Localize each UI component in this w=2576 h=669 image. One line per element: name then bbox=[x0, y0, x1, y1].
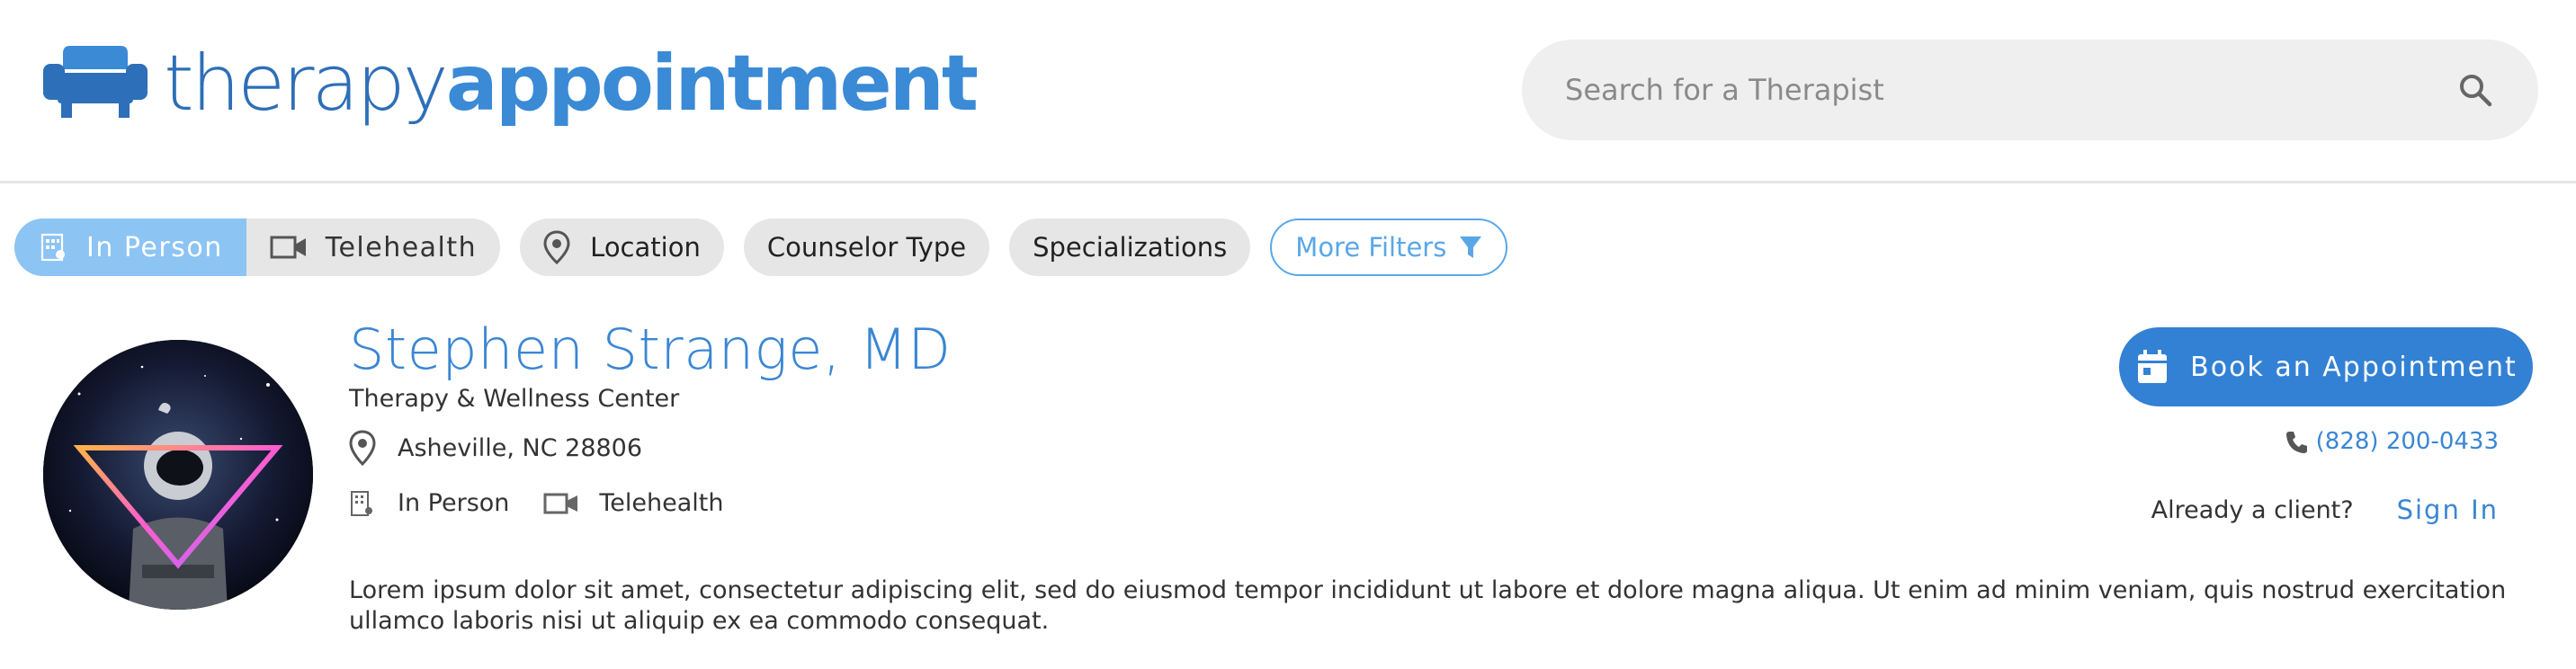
specializations-label: Specializations bbox=[1033, 232, 1228, 263]
video-camera-icon bbox=[543, 493, 578, 513]
client-signin: Already a client? Sign In bbox=[2151, 495, 2499, 525]
logo[interactable]: therapyappointment bbox=[43, 45, 979, 122]
telehealth-mode-label: Telehealth bbox=[599, 489, 724, 517]
practice-name: Therapy & Wellness Center bbox=[349, 385, 680, 413]
site-header: therapyappointment bbox=[0, 0, 2576, 183]
book-appointment-label: Book an Appointment bbox=[2190, 351, 2518, 383]
map-pin-icon bbox=[543, 230, 570, 264]
building-icon bbox=[351, 490, 372, 516]
video-camera-icon bbox=[270, 236, 306, 259]
in-person-label: In Person bbox=[86, 231, 223, 263]
client-question: Already a client? bbox=[2151, 495, 2354, 524]
sign-in-link[interactable]: Sign In bbox=[2397, 495, 2499, 525]
astronaut-image bbox=[43, 340, 313, 610]
map-pin-icon bbox=[349, 430, 376, 466]
phone-link[interactable]: (828) 200-0433 bbox=[2284, 428, 2499, 455]
search-icon[interactable] bbox=[2455, 70, 2495, 110]
specializations-filter[interactable]: Specializations bbox=[1009, 219, 1251, 276]
location-filter[interactable]: Location bbox=[520, 219, 724, 276]
therapist-modes: In Person Telehealth bbox=[349, 489, 724, 517]
visit-mode-toggle: In Person Telehealth bbox=[14, 219, 501, 276]
telehealth-toggle[interactable]: Telehealth bbox=[246, 219, 500, 276]
calendar-icon bbox=[2138, 350, 2168, 383]
filter-bar: In Person Telehealth Location Counselor … bbox=[14, 219, 1508, 276]
more-filters-button[interactable]: More Filters bbox=[1270, 219, 1508, 276]
telehealth-label: Telehealth bbox=[325, 231, 478, 263]
therapist-name[interactable]: Stephen Strange, MD bbox=[349, 317, 952, 382]
location-text: Asheville, NC 28806 bbox=[398, 433, 643, 462]
logo-text-appointment: appointment bbox=[445, 39, 979, 129]
in-person-toggle[interactable]: In Person bbox=[14, 219, 246, 276]
location-filter-label: Location bbox=[590, 232, 701, 263]
counselor-type-label: Counselor Type bbox=[766, 232, 967, 263]
in-person-mode-label: In Person bbox=[398, 489, 510, 517]
phone-number: (828) 200-0433 bbox=[2315, 428, 2499, 455]
phone-icon bbox=[2285, 432, 2307, 453]
building-icon bbox=[40, 233, 65, 262]
therapist-avatar bbox=[43, 340, 313, 610]
therapist-description: Lorem ipsum dolor sit amet, consectetur … bbox=[349, 576, 2507, 635]
funnel-icon bbox=[1460, 236, 1482, 258]
search-bar bbox=[1522, 40, 2538, 140]
search-input[interactable] bbox=[1565, 73, 2455, 107]
counselor-type-filter[interactable]: Counselor Type bbox=[743, 219, 990, 276]
therapist-location: Asheville, NC 28806 bbox=[349, 430, 642, 466]
book-appointment-button[interactable]: Book an Appointment bbox=[2119, 327, 2533, 406]
sofa-icon bbox=[43, 46, 148, 118]
logo-text-therapy: therapy bbox=[164, 39, 449, 129]
more-filters-label: More Filters bbox=[1295, 232, 1447, 263]
